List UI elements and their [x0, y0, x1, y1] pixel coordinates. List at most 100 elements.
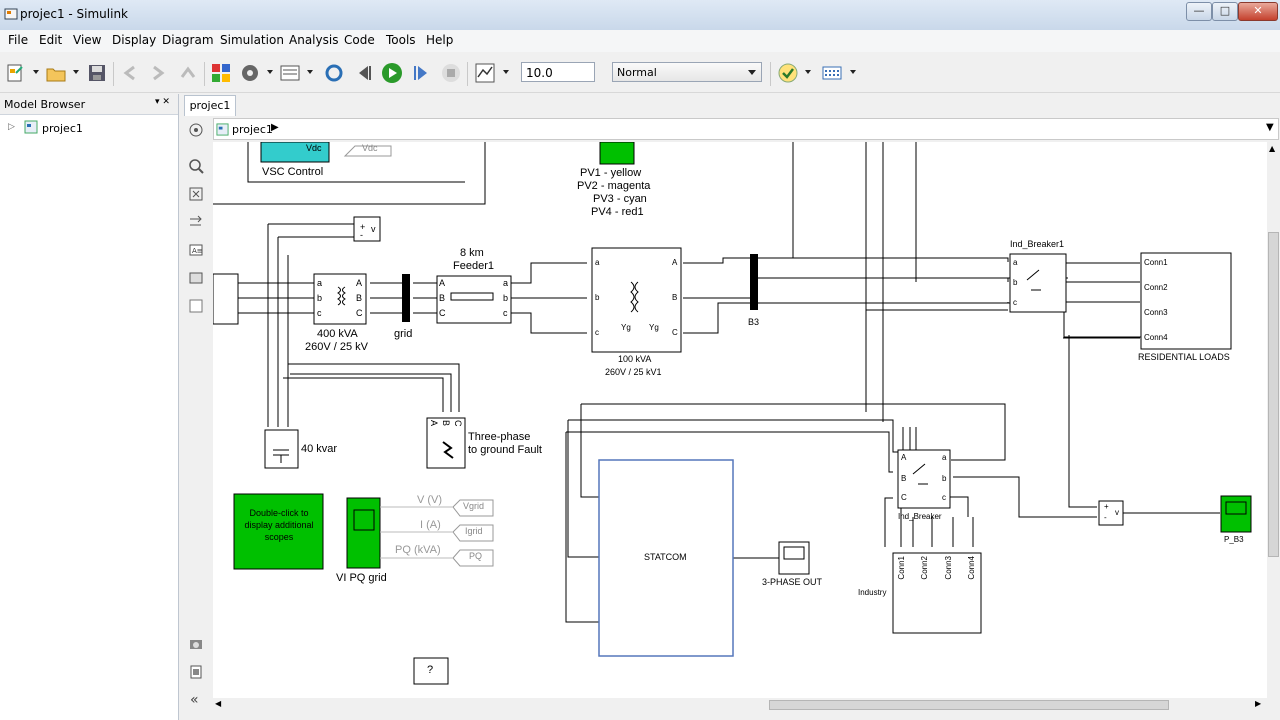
sum-v-top: v [371, 224, 376, 234]
explorer-dropdown-icon[interactable] [307, 70, 313, 74]
sum-minus-top: - [360, 230, 363, 240]
help-block[interactable]: ? [427, 664, 433, 676]
run-icon[interactable] [380, 61, 404, 85]
menu-view[interactable]: View [73, 33, 101, 47]
vsc-control-label: VSC Control [262, 166, 324, 178]
residential-loads-label: RESIDENTIAL LOADS [1138, 352, 1230, 362]
step-back-icon[interactable] [352, 61, 376, 85]
tree-expand-icon[interactable]: ▷ [8, 122, 15, 132]
vertical-scroll-thumb[interactable] [1268, 232, 1279, 557]
scroll-right-icon[interactable]: ▶ [1255, 699, 1261, 708]
menu-edit[interactable]: Edit [39, 33, 62, 47]
back-arrow-icon[interactable] [118, 61, 142, 85]
menu-file[interactable]: File [8, 33, 28, 47]
scroll-up-icon[interactable]: ▲ [1269, 144, 1275, 153]
breadcrumb[interactable]: projec1 [232, 123, 273, 136]
igrid-from-tag[interactable]: Igrid [465, 526, 483, 536]
open-dropdown-icon[interactable] [73, 70, 79, 74]
sum-minus-right: - [1104, 513, 1107, 522]
open-folder-icon[interactable] [44, 61, 68, 85]
area-icon[interactable] [188, 298, 204, 314]
tx1-rating: 400 kVA [317, 328, 358, 340]
panel-menu-icon[interactable]: ▾ ✕ [155, 97, 170, 107]
gear-icon[interactable] [238, 61, 262, 85]
grid-label: grid [394, 328, 413, 340]
hide-show-browser-icon[interactable] [188, 122, 204, 138]
fit-to-view-icon[interactable] [188, 186, 204, 202]
stop-icon[interactable] [439, 61, 463, 85]
feeder-port-c: c [503, 308, 508, 318]
diagram-canvas[interactable]: VSC Control Vdc Vdc PV1 - yellow PV2 - m… [213, 142, 1267, 698]
close-button[interactable]: ✕ [1238, 2, 1278, 21]
res-conn4: Conn4 [1144, 333, 1168, 342]
fault-port-C: C [453, 420, 463, 427]
maximize-button[interactable]: □ [1212, 2, 1238, 21]
vdc-goto-tag[interactable]: Vdc [362, 143, 378, 153]
tx1-port-C: C [356, 308, 363, 318]
menu-analysis[interactable]: Analysis [289, 33, 338, 47]
up-arrow-icon[interactable] [176, 61, 200, 85]
ind-breaker-label: Ind_Breaker [898, 512, 942, 521]
new-model-icon[interactable] [4, 61, 28, 85]
model-advisor-icon[interactable] [776, 61, 800, 85]
annotation-icon[interactable]: A≡ [188, 242, 204, 258]
scope-dropdown-icon[interactable] [503, 70, 509, 74]
scope-icon[interactable] [473, 61, 497, 85]
brk1-port-a: a [1013, 258, 1018, 267]
menu-display[interactable]: Display [112, 33, 156, 47]
vertical-scrollbar[interactable]: ▲ [1267, 142, 1280, 698]
report-icon[interactable] [188, 664, 204, 680]
build-icon[interactable] [820, 61, 844, 85]
menu-tools[interactable]: Tools [386, 33, 416, 47]
tx2-port-B: B [672, 293, 678, 302]
pq-from-tag[interactable]: PQ [469, 551, 482, 561]
svg-text:A≡: A≡ [192, 247, 203, 255]
tx1-port-B: B [356, 293, 363, 303]
library-browser-icon[interactable] [209, 61, 233, 85]
address-dropdown-icon[interactable]: ▼ [1266, 122, 1274, 133]
fault-port-B: B [441, 420, 451, 427]
statcom-label[interactable]: STATCOM [644, 552, 687, 562]
breadcrumb-arrow-icon[interactable]: ▶ [271, 122, 279, 133]
step-forward-icon[interactable] [409, 61, 433, 85]
menu-diagram[interactable]: Diagram [162, 33, 214, 47]
menu-simulation[interactable]: Simulation [220, 33, 284, 47]
zoom-icon[interactable] [188, 158, 204, 174]
new-dropdown-icon[interactable] [33, 70, 39, 74]
scroll-left-icon[interactable]: ◀ [215, 699, 221, 708]
camera-icon[interactable] [188, 636, 204, 652]
save-icon[interactable] [85, 61, 109, 85]
fault-label-1: Three-phase [468, 431, 531, 443]
vgrid-from-tag[interactable]: Vgrid [463, 501, 484, 511]
pq-signal-label: PQ (kVA) [395, 544, 441, 556]
model-browser-panel: Model Browser ▾ ✕ ▷ projec1 [0, 94, 179, 720]
res-conn3: Conn3 [1144, 308, 1168, 317]
collapse-palette-icon[interactable]: « [190, 692, 199, 708]
tab-projec1[interactable]: projec1 [184, 95, 236, 116]
industry-label: Industry [858, 588, 887, 597]
tree-item-projec1[interactable]: projec1 [42, 122, 83, 135]
simulation-mode-value: Normal [617, 66, 657, 79]
menu-code[interactable]: Code [344, 33, 375, 47]
stop-time-input[interactable]: 10.0 [521, 62, 595, 82]
sum-plus-right: + [1104, 502, 1109, 511]
simulation-mode-select[interactable]: Normal [612, 62, 762, 82]
res-conn2: Conn2 [1144, 283, 1168, 292]
horizontal-scroll-thumb[interactable] [769, 700, 1169, 710]
build-dropdown-icon[interactable] [850, 70, 856, 74]
forward-arrow-icon[interactable] [146, 61, 170, 85]
model-explorer-icon[interactable] [278, 61, 302, 85]
double-click-scopes-label[interactable]: Double-click to display additional scope… [243, 507, 315, 543]
fault-label-2: to ground Fault [468, 444, 542, 456]
horizontal-scrollbar[interactable]: ◀ ▶ [213, 698, 1267, 712]
tx1-voltage: 260V / 25 kV [305, 341, 368, 353]
update-diagram-icon[interactable] [322, 61, 346, 85]
simulink-app-icon [4, 8, 18, 20]
industry-conn3: Conn3 [944, 556, 953, 580]
minimize-button[interactable]: — [1186, 2, 1212, 21]
gear-dropdown-icon[interactable] [267, 70, 273, 74]
advisor-dropdown-icon[interactable] [805, 70, 811, 74]
arrow-route-icon[interactable] [188, 214, 204, 230]
image-icon[interactable] [188, 270, 204, 286]
menu-help[interactable]: Help [426, 33, 453, 47]
